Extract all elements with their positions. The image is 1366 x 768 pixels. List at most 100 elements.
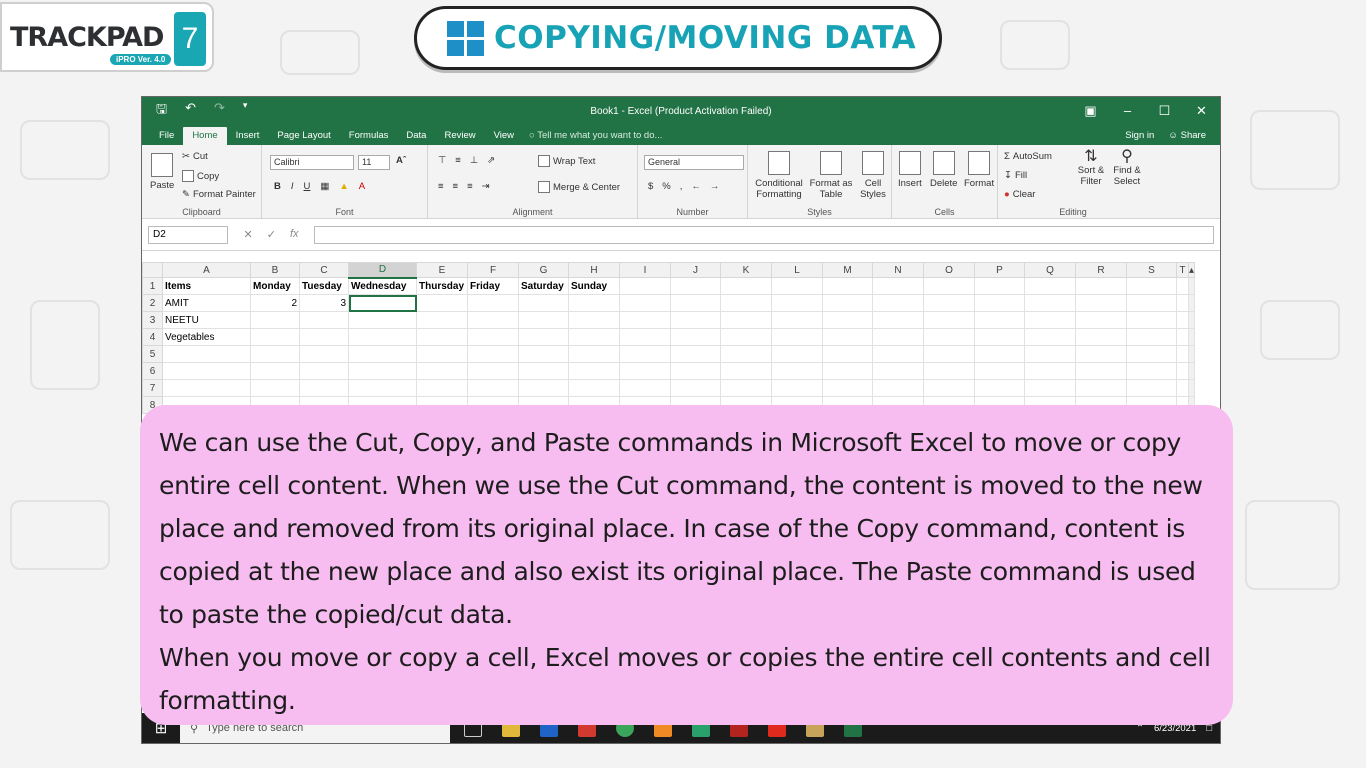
cell-E1[interactable]: Thursday — [416, 277, 468, 295]
cell-N6[interactable] — [872, 362, 924, 380]
align-bottom-icon[interactable]: ⊥ — [470, 155, 478, 166]
cell-C6[interactable] — [299, 362, 349, 380]
save-icon[interactable]: 🖫 — [156, 100, 167, 122]
cell-D2[interactable] — [348, 294, 417, 312]
column-header[interactable]: P — [974, 262, 1025, 278]
cell-R7[interactable] — [1075, 379, 1127, 397]
cell-G5[interactable] — [518, 345, 569, 363]
cell-D3[interactable] — [348, 311, 417, 329]
cell-B5[interactable] — [250, 345, 300, 363]
fill-color-icon[interactable]: ▲ — [339, 181, 348, 192]
grow-font-icon[interactable]: Aˆ — [396, 155, 406, 166]
formula-input[interactable] — [314, 225, 1214, 244]
cell-J7[interactable] — [670, 379, 721, 397]
delete-cells-button[interactable]: Delete — [930, 151, 957, 189]
cell-Q4[interactable] — [1024, 328, 1076, 346]
column-header[interactable]: K — [720, 262, 772, 278]
cell-O2[interactable] — [923, 294, 975, 312]
currency-icon[interactable]: $ — [648, 181, 653, 192]
column-header[interactable]: A — [162, 262, 251, 278]
tell-me-input[interactable]: ○ Tell me what you want to do... — [523, 130, 671, 145]
scrollbar-track[interactable] — [1187, 277, 1196, 295]
cell-N2[interactable] — [872, 294, 924, 312]
conditional-formatting-button[interactable]: Conditional Formatting — [752, 151, 806, 200]
cell-N4[interactable] — [872, 328, 924, 346]
redo-icon[interactable]: ↷ — [214, 100, 225, 122]
cell-O7[interactable] — [923, 379, 975, 397]
tab-home[interactable]: Home — [183, 127, 227, 145]
cell-G7[interactable] — [518, 379, 569, 397]
orientation-icon[interactable]: ⇗ — [487, 155, 495, 166]
underline-icon[interactable]: U — [304, 181, 311, 192]
cell-O6[interactable] — [923, 362, 975, 380]
cell-C4[interactable] — [299, 328, 349, 346]
cell-S6[interactable] — [1126, 362, 1177, 380]
align-middle-icon[interactable]: ≡ — [455, 155, 461, 166]
font-name-select[interactable]: Calibri — [270, 155, 354, 170]
row-header[interactable]: 5 — [142, 345, 163, 363]
row-header[interactable]: 7 — [142, 379, 163, 397]
cell-R3[interactable] — [1075, 311, 1127, 329]
cell-K1[interactable] — [720, 277, 772, 295]
cell-B6[interactable] — [250, 362, 300, 380]
cell-A6[interactable] — [162, 362, 251, 380]
cell-E7[interactable] — [416, 379, 468, 397]
cell-R2[interactable] — [1075, 294, 1127, 312]
minimize-button[interactable]: – — [1109, 103, 1146, 119]
function-icon[interactable]: fx — [290, 228, 299, 241]
column-header[interactable]: M — [822, 262, 873, 278]
cell-J4[interactable] — [670, 328, 721, 346]
cell-G4[interactable] — [518, 328, 569, 346]
cell-A3[interactable]: NEETU — [162, 311, 251, 329]
close-button[interactable]: ✕ — [1183, 103, 1220, 119]
cell-C7[interactable] — [299, 379, 349, 397]
clear-button[interactable]: ● Clear — [1004, 189, 1035, 200]
column-header[interactable]: T — [1176, 262, 1189, 278]
cell-M7[interactable] — [822, 379, 873, 397]
cell-L1[interactable] — [771, 277, 823, 295]
column-header[interactable]: J — [670, 262, 721, 278]
enter-icon[interactable]: ✓ — [267, 228, 276, 241]
cell-N3[interactable] — [872, 311, 924, 329]
cell-C3[interactable] — [299, 311, 349, 329]
cell-N5[interactable] — [872, 345, 924, 363]
fill-button[interactable]: ↧ Fill — [1004, 170, 1027, 181]
cell-H2[interactable] — [568, 294, 620, 312]
number-format-select[interactable]: General — [644, 155, 744, 170]
customize-qat-icon[interactable]: ▾ — [243, 100, 248, 122]
cell-K6[interactable] — [720, 362, 772, 380]
cell-C5[interactable] — [299, 345, 349, 363]
cell-H4[interactable] — [568, 328, 620, 346]
cell-P7[interactable] — [974, 379, 1025, 397]
cell-S5[interactable] — [1126, 345, 1177, 363]
bold-icon[interactable]: B — [274, 181, 281, 192]
cell-L3[interactable] — [771, 311, 823, 329]
tab-file[interactable]: File — [150, 130, 183, 145]
cell-T1[interactable] — [1176, 277, 1189, 295]
cell-C1[interactable]: Tuesday — [299, 277, 349, 295]
cell-O4[interactable] — [923, 328, 975, 346]
maximize-button[interactable]: ☐ — [1146, 103, 1183, 119]
cell-J1[interactable] — [670, 277, 721, 295]
cell-A1[interactable]: Items — [162, 277, 251, 295]
cell-F6[interactable] — [467, 362, 519, 380]
cell-I6[interactable] — [619, 362, 671, 380]
cell-H7[interactable] — [568, 379, 620, 397]
cell-D1[interactable]: Wednesday — [348, 277, 417, 295]
cell-I4[interactable] — [619, 328, 671, 346]
cell-M5[interactable] — [822, 345, 873, 363]
cell-T3[interactable] — [1176, 311, 1189, 329]
scrollbar-track[interactable] — [1187, 345, 1196, 363]
cell-F2[interactable] — [467, 294, 519, 312]
cell-S3[interactable] — [1126, 311, 1177, 329]
cell-M3[interactable] — [822, 311, 873, 329]
cell-P5[interactable] — [974, 345, 1025, 363]
cell-H5[interactable] — [568, 345, 620, 363]
cell-E3[interactable] — [416, 311, 468, 329]
column-header[interactable]: E — [416, 262, 468, 278]
cell-M2[interactable] — [822, 294, 873, 312]
cell-H6[interactable] — [568, 362, 620, 380]
decrease-decimal-icon[interactable]: → — [710, 181, 720, 192]
row-header[interactable]: 6 — [142, 362, 163, 380]
cell-C2[interactable]: 3 — [299, 294, 349, 312]
